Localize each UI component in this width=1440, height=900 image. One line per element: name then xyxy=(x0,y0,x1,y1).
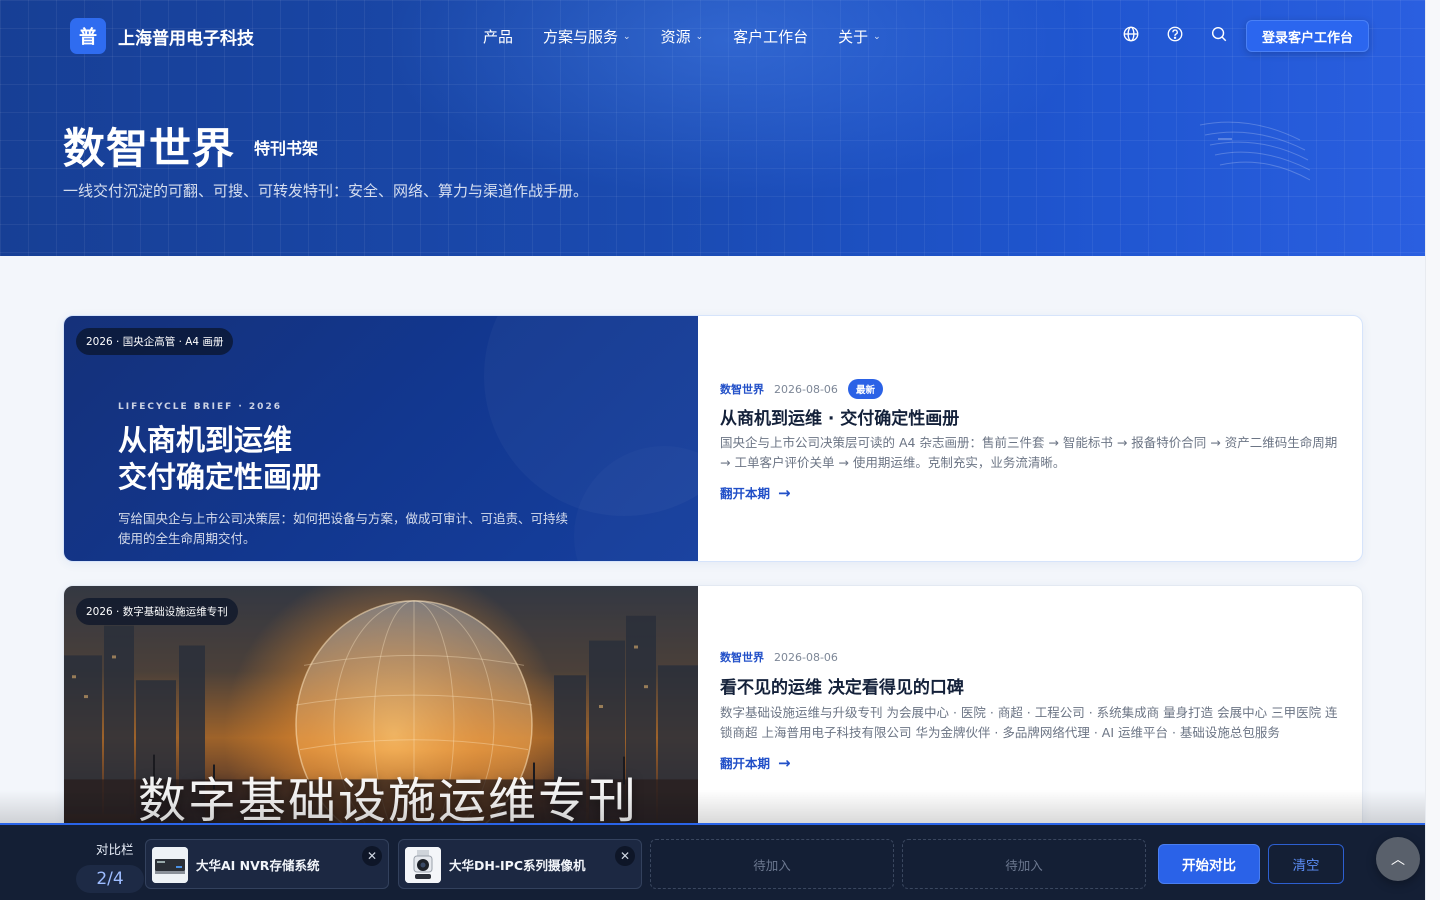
page-description: 一线交付沉淀的可翻、可搜、可转发特刊：安全、网络、算力与渠道作战手册。 xyxy=(63,182,589,200)
compare-bar-label: 对比栏 xyxy=(96,842,134,857)
compare-slot[interactable]: 大华DH-IPC系列摄像机 ✕ xyxy=(398,839,642,889)
menu-label: 客户工作台 xyxy=(733,28,809,46)
remove-compare-item-button[interactable]: ✕ xyxy=(362,846,382,866)
chevron-down-icon: ⌄ xyxy=(695,31,704,42)
menu-item-workbench[interactable]: 客户工作台 xyxy=(733,26,808,47)
hero-banner: 普 上海普用电子科技 产品 方案与服务 ⌄ 资源 ⌄ 客户工作台 关于 ⌄ 登录客户工… xyxy=(0,0,1425,256)
cover-kicker: LIFECYCLE BRIEF · 2026 xyxy=(118,402,282,412)
cover-tag: 2026 · 国央企高管 · A4 画册 xyxy=(76,328,234,355)
menu-label: 产品 xyxy=(483,28,514,46)
issue-card[interactable]: 2026 · 国央企高管 · A4 画册 LIFECYCLE BRIEF · 2… xyxy=(63,315,1363,562)
cover-title-line: 从商机到运维 xyxy=(118,423,293,457)
issue-category[interactable]: 数智世界 xyxy=(720,649,764,665)
menu-item-resources[interactable]: 资源 ⌄ xyxy=(661,26,704,47)
cover-tag: 2026 · 数字基础设施运维专刊 xyxy=(76,598,238,625)
issue-title[interactable]: 看不见的运维 决定看得见的口碑 xyxy=(720,673,964,698)
menu-label: 关于 xyxy=(838,28,869,46)
issue-category[interactable]: 数智世界 xyxy=(720,381,764,397)
menu-item-products[interactable]: 产品 xyxy=(483,26,513,47)
menu-item-solutions[interactable]: 方案与服务 ⌄ xyxy=(543,26,631,47)
menu-label: 方案与服务 xyxy=(543,28,619,46)
start-compare-button[interactable]: 开始对比 xyxy=(1158,844,1260,884)
page-title: 数智世界 xyxy=(63,124,236,173)
decorative-lines-icon xyxy=(1200,121,1310,181)
search-icon[interactable] xyxy=(1210,25,1228,43)
compare-slot-empty: 待加入 xyxy=(650,839,894,889)
remove-compare-item-button[interactable]: ✕ xyxy=(615,846,635,866)
open-issue-link[interactable]: 翻开本期 → xyxy=(720,753,791,772)
compare-slot-empty: 待加入 xyxy=(902,839,1146,889)
open-issue-label: 翻开本期 xyxy=(720,486,771,501)
page-scrollbar[interactable] xyxy=(1425,0,1440,900)
chevron-down-icon: ⌄ xyxy=(873,31,881,42)
menu-item-about[interactable]: 关于 ⌄ xyxy=(838,26,881,47)
chevron-up-icon: ︿ xyxy=(1391,852,1405,868)
cover-title: 从商机到运维 交付确定性画册 xyxy=(118,422,321,496)
issue-description: 国央企与上市公司决策层可读的 A4 杂志画册：售前三件套 → 智能标书 → 报备… xyxy=(720,435,1338,470)
page-subtitle: 特刊书架 xyxy=(254,139,319,158)
help-icon[interactable] xyxy=(1166,25,1184,43)
login-workbench-button[interactable]: 登录客户工作台 xyxy=(1246,20,1369,52)
cover-description: 写给国央企与上市公司决策层：如何把设备与方案，做成可审计、可追责、可持续使用的全… xyxy=(118,511,569,546)
issue-description: 数字基础设施运维与升级专刊 为会展中心 · 医院 · 商超 · 工程公司 · 系… xyxy=(720,705,1338,740)
logo-icon[interactable]: 普 xyxy=(70,18,106,54)
clear-compare-button[interactable]: 清空 xyxy=(1268,844,1344,884)
arrow-right-icon: → xyxy=(778,753,791,772)
nvr-device-icon xyxy=(152,847,188,883)
issue-meta: 数智世界 2026-08-06 xyxy=(720,649,838,665)
cover-title-line: 交付确定性画册 xyxy=(118,460,322,494)
compare-item-name: 大华DH-IPC系列摄像机 xyxy=(449,858,586,873)
issue-cover[interactable]: 2026 · 国央企高管 · A4 画册 LIFECYCLE BRIEF · 2… xyxy=(64,316,698,561)
issue-meta: 数智世界 2026-08-06 最新 xyxy=(720,379,883,399)
open-issue-link[interactable]: 翻开本期 → xyxy=(720,483,791,502)
brand-name[interactable]: 上海普用电子科技 xyxy=(118,24,254,49)
compare-count: 2/4 xyxy=(76,865,144,893)
issue-date: 2026-08-06 xyxy=(774,382,838,396)
compare-slot[interactable]: 大华AI NVR存储系统 ✕ xyxy=(145,839,389,889)
chevron-down-icon: ⌄ xyxy=(623,31,631,42)
back-to-top-button[interactable]: ︿ xyxy=(1376,837,1420,881)
issue-title[interactable]: 从商机到运维 · 交付确定性画册 xyxy=(720,404,959,429)
compare-item-name: 大华AI NVR存储系统 xyxy=(196,858,320,873)
globe-icon[interactable] xyxy=(1122,25,1140,43)
new-badge: 最新 xyxy=(847,379,883,399)
camera-device-icon xyxy=(405,847,441,883)
issue-date: 2026-08-06 xyxy=(774,650,838,664)
open-issue-label: 翻开本期 xyxy=(720,756,771,771)
menu-label: 资源 xyxy=(660,28,691,46)
main-menu: 产品 方案与服务 ⌄ 资源 ⌄ 客户工作台 关于 ⌄ xyxy=(483,26,911,47)
arrow-right-icon: → xyxy=(778,483,791,502)
top-nav: 普 上海普用电子科技 产品 方案与服务 ⌄ 资源 ⌄ 客户工作台 关于 ⌄ 登录客户工… xyxy=(0,0,1425,70)
compare-bar: 对比栏 2/4 大华AI NVR存储系统 ✕ 大华DH-IPC系列摄像机 ✕ 待… xyxy=(0,823,1425,900)
